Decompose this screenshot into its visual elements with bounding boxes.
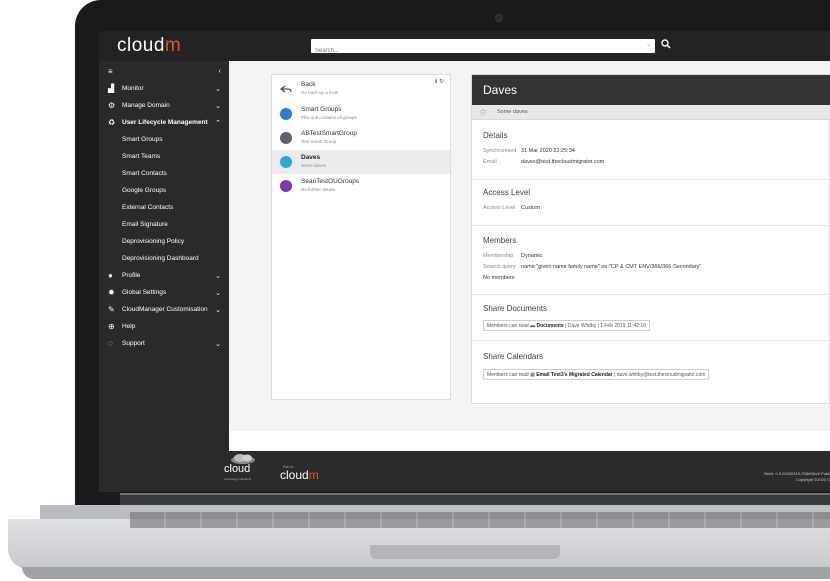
access-row: Access Level Custom [483,205,540,211]
sidebar-item-support[interactable]: ◌ Support ⌄ [99,335,229,352]
camera-icon [495,14,503,22]
sidebar-item-smart-teams[interactable]: Smart Teams [99,148,229,165]
footer-logo-cloudm: cloudm [280,468,319,482]
no-members-text: No members [483,275,515,281]
sidebar-item-smart-groups[interactable]: Smart Groups [99,131,229,148]
share-calendars-item[interactable]: Members can read ▦ Email Test3's Migrate… [483,369,710,380]
share-documents-heading: Share Documents [483,304,548,313]
page-title: Daves [483,83,518,97]
sidebar-item-help[interactable]: ⊕ Help [99,318,229,335]
footer: cloud technology solutions Part of cloud… [99,451,830,492]
group-avatar-icon [280,108,292,120]
copyright: Copyright ©2020 C [795,477,830,482]
footer-logo-cloud: cloud [224,463,251,475]
laptop-mockup: cloudm ⌄ ≡ ‹ ▟ Monitor ⌄ ⚙ Man [0,0,830,581]
sidebar-item-smart-contacts[interactable]: Smart Contacts [99,165,229,182]
group-avatar-icon [280,156,292,168]
search-field[interactable]: ⌄ [311,39,655,58]
sidebar-item-user-lifecycle[interactable]: ♻ User Lifecycle Management ⌃ [99,114,229,131]
list-item-back[interactable]: Back Go back up a level [272,77,450,101]
hamburger-icon[interactable]: ≡ [108,67,116,76]
group-list-panel: ℹ ↻ Back Go back up a level Smart Groups… [271,74,451,400]
sidebar-item-google-groups[interactable]: Google Groups [99,182,229,199]
gear-icon: ✹ [108,287,115,297]
search-icon[interactable] [661,39,671,49]
sidebar: ≡ ‹ ▟ Monitor ⌄ ⚙ Manage Domain ⌄ ♻ User… [99,61,229,451]
chart-icon: ▟ [108,83,115,93]
sidebar-item-customisation[interactable]: ✎ CloudManager Customisation ⌄ [99,301,229,318]
description-bar: ⓘ Some daves [472,105,830,120]
cogs-icon: ⚙ [108,100,116,110]
search-input[interactable] [311,44,631,58]
sidebar-item-global-settings[interactable]: ✹ Global Settings ⌄ [99,284,229,301]
folder-icon: ▬ [530,323,536,329]
sidebar-toggle[interactable]: ≡ ‹ [99,63,229,80]
membership-row: Membership Dynamic [483,253,543,259]
sidebar-item-profile[interactable]: ● Profile ⌄ [99,267,229,284]
list-item[interactable]: Smart Groups This unit contains all grou… [272,102,450,126]
list-item-selected[interactable]: Daves Some daves [272,150,450,174]
chevron-up-icon: ⌃ [215,119,221,127]
back-arrow-icon [280,85,292,93]
detail-header: Daves [472,75,830,105]
search-dropdown-icon[interactable]: ⌄ [646,41,651,48]
sidebar-item-manage-domain[interactable]: ⚙ Manage Domain ⌄ [99,97,229,114]
chevron-down-icon: ⌄ [215,340,221,348]
share-documents-item[interactable]: Members can read ▬ Documents | Dave Whit… [483,320,650,331]
chevron-down-icon: ⌄ [215,102,221,110]
list-item[interactable]: SeanTestOUGroups No further details [272,174,450,198]
sidebar-item-monitor[interactable]: ▟ Monitor ⌄ [99,80,229,97]
chevron-down-icon: ⌄ [215,85,221,93]
trackpad [370,545,560,559]
build-info: Build: 0.9.20200319-7f3b63bc2 Publi [764,471,830,476]
group-detail-panel: Daves ⓘ Some daves Details Synchronised 3… [471,74,830,404]
user-icon: ● [108,270,113,280]
sidebar-item-email-signature[interactable]: Email Signature [99,216,229,233]
email-row: Email daves@test.thecloudmigrator.com [483,159,605,165]
chevron-down-icon: ⌄ [215,306,221,314]
collapse-icon[interactable]: ‹ [219,68,221,75]
app-logo[interactable]: cloudm [117,35,181,57]
top-bar: cloudm ⌄ [99,31,830,61]
group-avatar-icon [280,180,292,192]
details-heading: Details [483,131,508,140]
share-calendars-heading: Share Calendars [483,352,544,361]
group-avatar-icon [280,132,292,144]
edit-icon: ✎ [108,304,115,314]
calendar-icon: ▦ [530,372,535,378]
sidebar-item-deprovisioning-policy[interactable]: Deprovisioning Policy [99,233,229,250]
members-heading: Members [483,236,517,245]
list-item[interactable]: ABTestSmartGroup Test Smart Group [272,126,450,150]
synchronised-row: Synchronised 31 Mar 2020 22:25:34 [483,148,575,154]
chevron-down-icon: ⌄ [215,272,221,280]
chat-icon: ◌ [108,338,113,348]
info-icon: ⓘ [480,111,487,117]
lifebuoy-icon: ⊕ [108,321,115,331]
sidebar-item-external-contacts[interactable]: External Contacts [99,199,229,216]
recycle-icon: ♻ [108,117,116,127]
keyboard [130,512,830,528]
access-heading: Access Level [483,188,531,197]
app-screen: cloudm ⌄ ≡ ‹ ▟ Monitor ⌄ ⚙ Man [99,31,830,492]
search-query-row: Search query name:"given name family name… [483,264,702,270]
chevron-down-icon: ⌄ [215,289,221,297]
sidebar-item-deprovisioning-dashboard[interactable]: Deprovisioning Dashboard [99,250,229,267]
